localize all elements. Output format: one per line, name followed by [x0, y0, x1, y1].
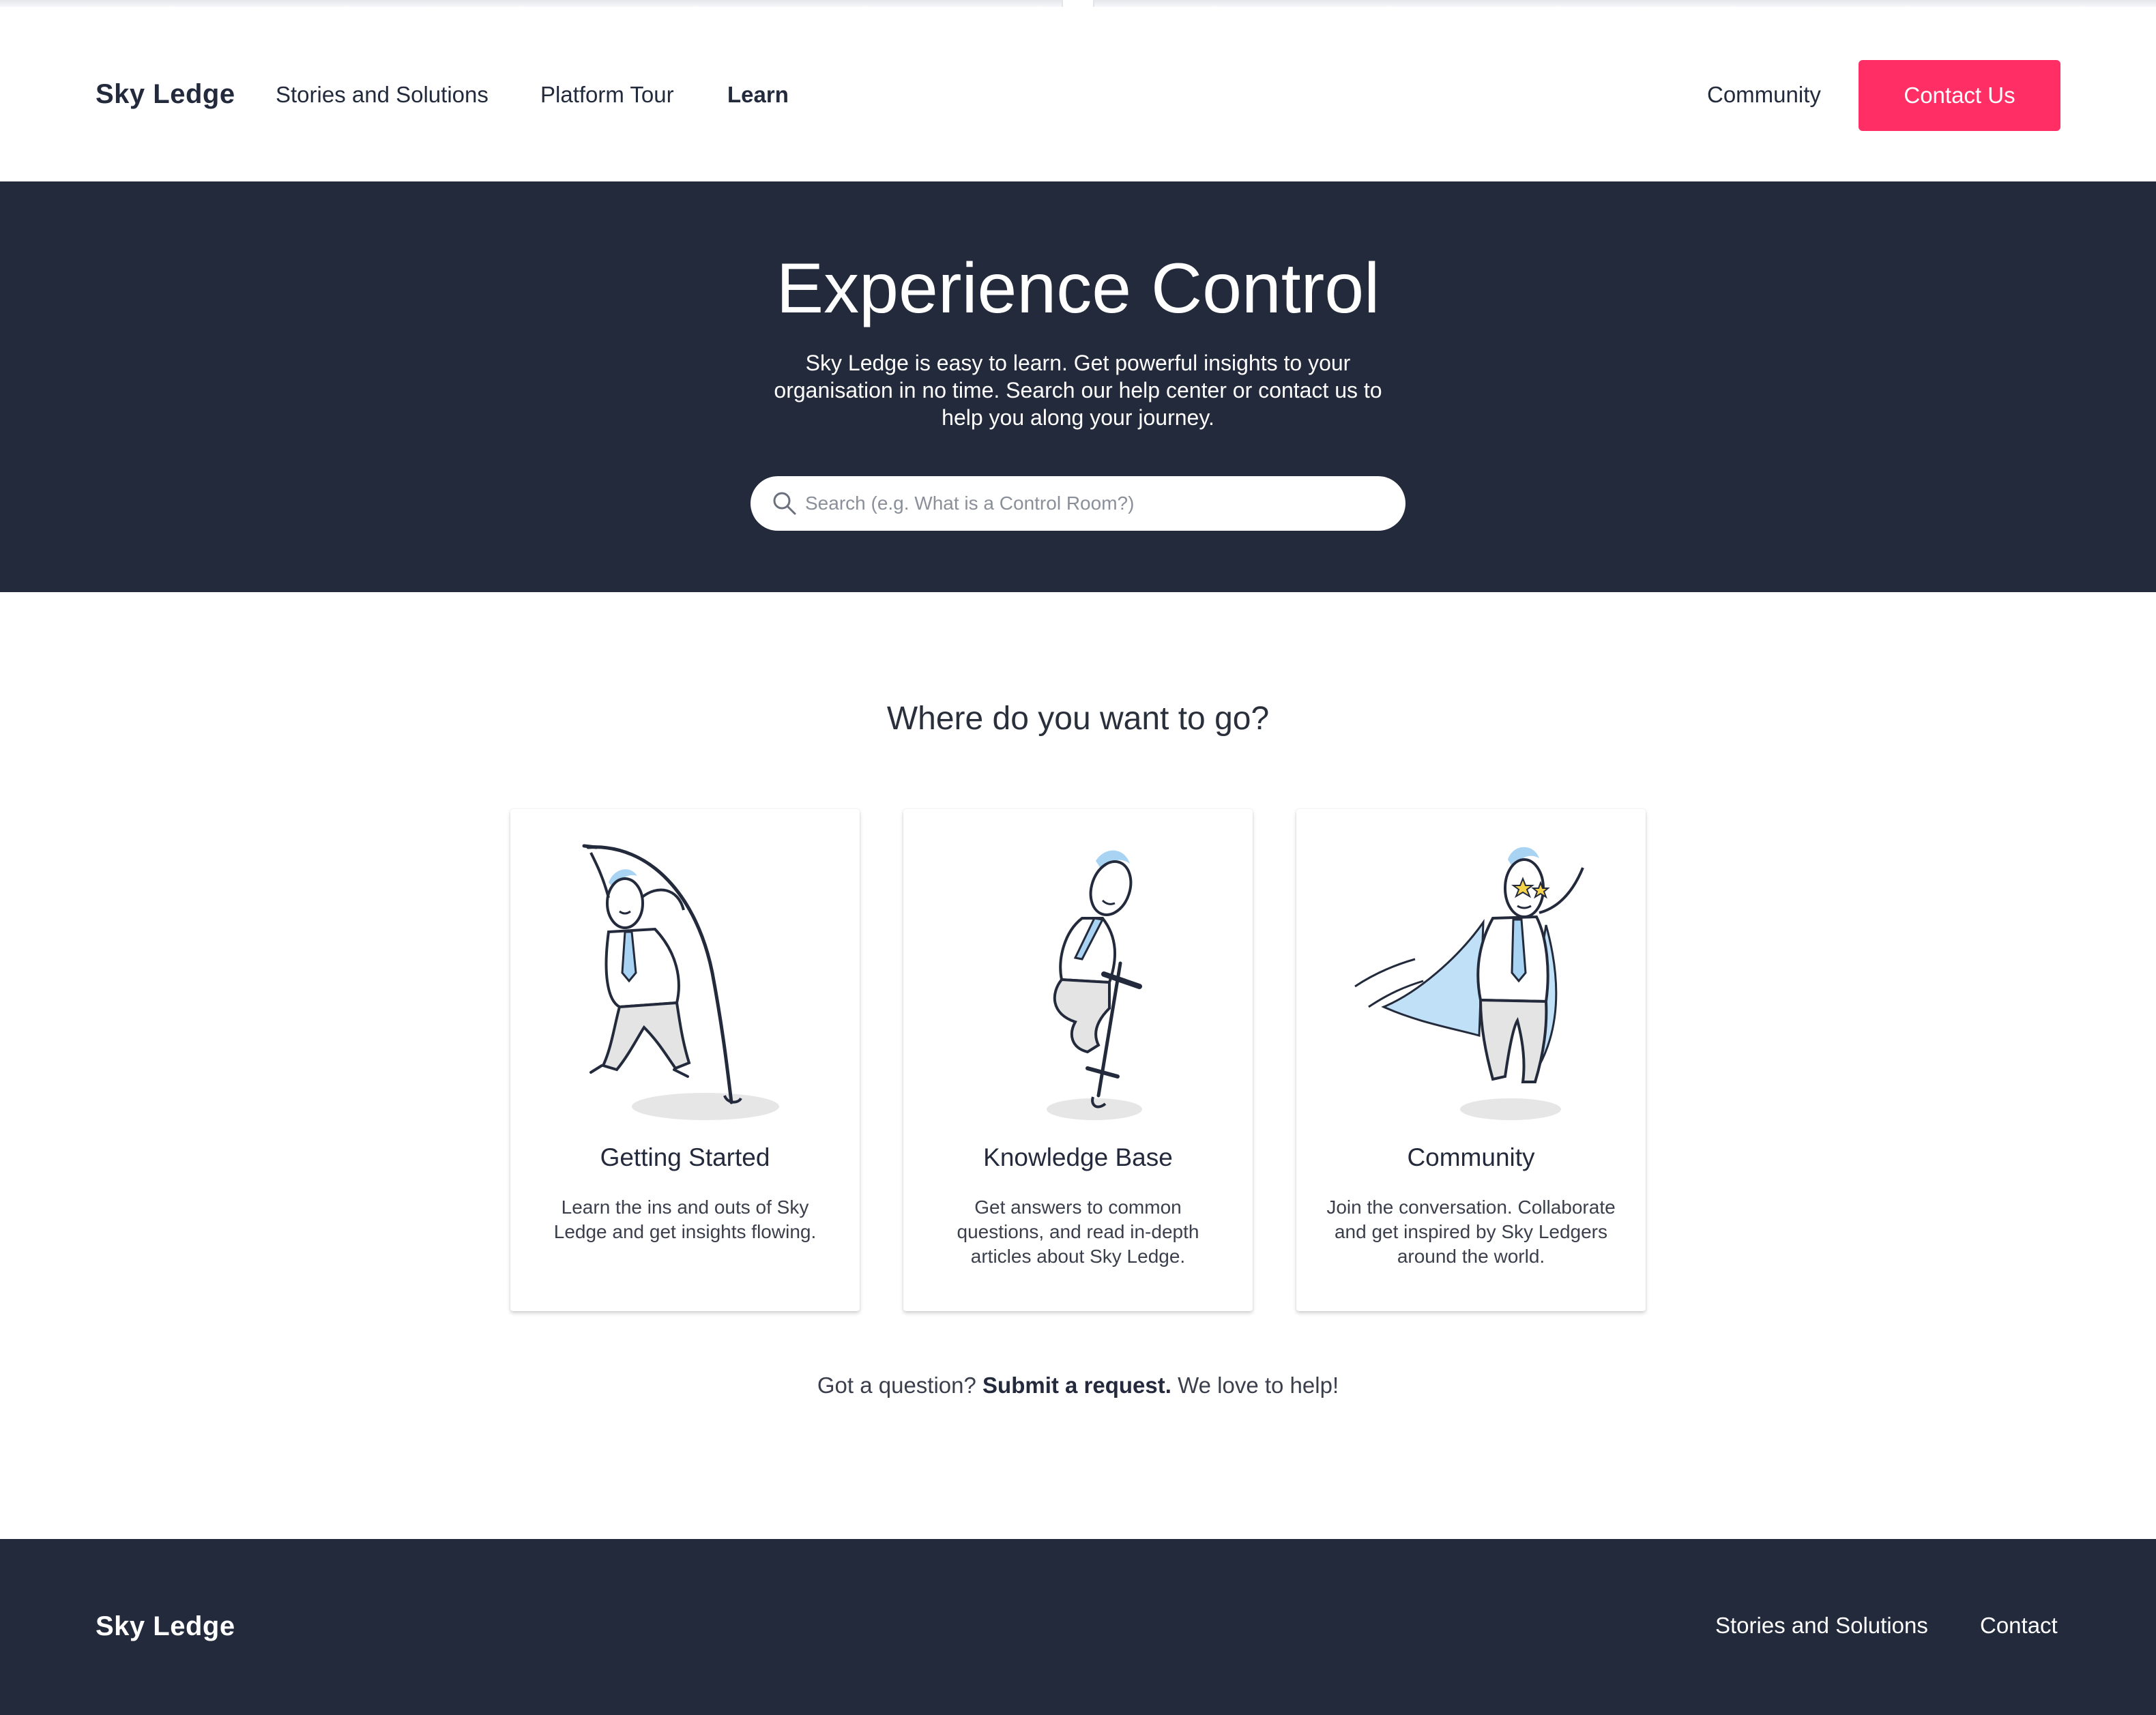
nav-community[interactable]: Community	[1707, 82, 1821, 108]
help-prompt-prefix: Got a question?	[817, 1373, 976, 1398]
pogo-stick-illustration	[1047, 850, 1142, 1120]
card-getting-started[interactable]: Getting Started Learn the ins and outs o…	[510, 809, 860, 1311]
search-bar[interactable]	[751, 476, 1405, 531]
footer-logo[interactable]: Sky Ledge	[96, 1611, 235, 1642]
hero-title: Experience Control	[776, 249, 1380, 328]
nav-stories-and-solutions[interactable]: Stories and Solutions	[276, 82, 489, 108]
submit-request-link[interactable]: Submit a request.	[982, 1373, 1171, 1398]
card-title: Knowledge Base	[983, 1143, 1173, 1171]
search-icon	[773, 492, 796, 515]
search-input[interactable]	[805, 483, 1378, 524]
hero-section: Experience Control Sky Ledge is easy to …	[0, 181, 2156, 592]
card-description: Learn the ins and outs of Sky Ledge and …	[553, 1197, 817, 1242]
footer-link-contact[interactable]: Contact	[1980, 1613, 2058, 1639]
site-header: Sky Ledge Stories and Solutions Platform…	[0, 7, 2156, 181]
card-title: Community	[1407, 1143, 1535, 1171]
pole-vault-illustration	[582, 844, 779, 1120]
site-footer: Sky Ledge Stories and Solutions Contact	[0, 1539, 2156, 1715]
site-logo[interactable]: Sky Ledge	[96, 79, 235, 110]
card-description: Join the conversation. Collaborate and g…	[1326, 1197, 1616, 1267]
card-community[interactable]: Community Join the conversation. Collabo…	[1296, 809, 1646, 1311]
section-title: Where do you want to go?	[886, 701, 1270, 737]
superhero-illustration	[1354, 847, 1584, 1120]
hero-subtitle: Sky Ledge is easy to learn. Get powerful…	[774, 351, 1382, 430]
footer-link-stories-and-solutions[interactable]: Stories and Solutions	[1715, 1613, 1928, 1639]
contact-us-button[interactable]: Contact Us	[1859, 60, 2060, 131]
nav-platform-tour[interactable]: Platform Tour	[540, 82, 674, 108]
nav-learn[interactable]: Learn	[727, 82, 789, 108]
card-title: Getting Started	[600, 1143, 770, 1171]
card-description: Get answers to common questions, and rea…	[957, 1197, 1199, 1267]
card-knowledge-base[interactable]: Knowledge Base Get answers to common que…	[903, 809, 1253, 1311]
help-prompt-suffix: We love to help!	[1178, 1373, 1339, 1398]
help-prompt: Got a question? Submit a request. We lov…	[0, 1373, 2156, 1398]
